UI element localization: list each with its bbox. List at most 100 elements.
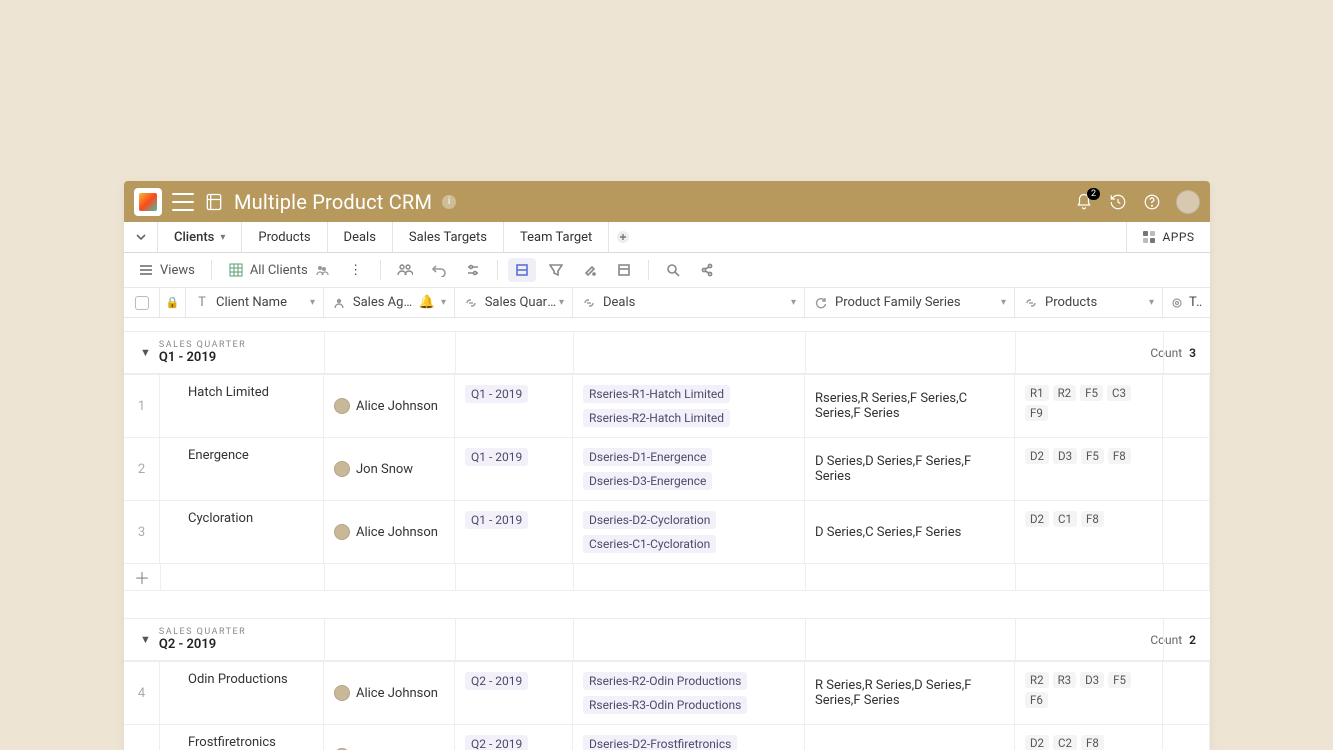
cell-product-family-series[interactable]: D Series,D Series,F Series,F Series [805, 438, 1015, 500]
cell-sales-quarter[interactable]: Q1 - 2019 [455, 375, 573, 437]
cell-total[interactable] [1163, 501, 1210, 563]
table-row[interactable]: 5 Frostfiretronics Arya Stark Q2 - 2019 … [124, 724, 1210, 750]
cell-sales-quarter[interactable]: Q1 - 2019 [455, 501, 573, 563]
collaborators-button[interactable] [391, 258, 419, 282]
cell-deals[interactable]: Dseries-D2-Frostfiretronics Cseries-C2-F… [573, 725, 805, 750]
cell-sales-agent[interactable]: Alice Johnson [324, 375, 455, 437]
table-row[interactable]: 4 Odin Productions Alice Johnson Q2 - 20… [124, 661, 1210, 724]
tab-team-target[interactable]: Team Target [504, 222, 609, 252]
row-height-icon [514, 262, 530, 278]
cell-products[interactable]: D2 D3 F5 F8 [1015, 438, 1163, 500]
info-icon[interactable]: i [442, 195, 456, 209]
table-row[interactable]: 1 Hatch Limited Alice Johnson Q1 - 2019 … [124, 374, 1210, 437]
select-all-checkbox[interactable] [124, 288, 160, 317]
cell-product-family-series[interactable]: D Series,C Series,F Series [805, 501, 1015, 563]
cell-total[interactable] [1163, 725, 1210, 750]
link-icon [463, 295, 479, 311]
add-row[interactable]: ＋ [124, 563, 1210, 591]
cell-product-family-series[interactable]: D Series,C Series,F Series [805, 725, 1015, 750]
tab-label: Sales Targets [409, 230, 487, 245]
cell-client-name[interactable]: Odin Productions [160, 662, 324, 724]
views-button[interactable]: Views [132, 258, 201, 282]
chevron-down-icon[interactable]: ▾ [310, 297, 315, 308]
table-row[interactable]: 3 Cycloration Alice Johnson Q1 - 2019 Ds… [124, 500, 1210, 563]
col-deals[interactable]: Deals ▾ [573, 288, 805, 317]
cell-products[interactable]: R2 R3 D3 F5 F6 [1015, 662, 1163, 724]
cell-sales-agent[interactable]: Arya Stark [324, 725, 455, 750]
apps-button[interactable]: APPS [1126, 222, 1210, 252]
chevron-down-icon[interactable]: ▾ [1149, 297, 1154, 308]
chevron-down-icon[interactable]: ▾ [559, 297, 564, 308]
cell-products[interactable]: D2 C1 F8 [1015, 501, 1163, 563]
history-icon[interactable] [1108, 192, 1128, 212]
tab-clients[interactable]: Clients ▾ [158, 222, 242, 252]
color-button[interactable] [576, 258, 604, 282]
chevron-down-icon[interactable]: ▾ [791, 297, 796, 308]
cell-client-name[interactable]: Frostfiretronics [160, 725, 324, 750]
cell-total[interactable] [1163, 375, 1210, 437]
undo-icon [431, 262, 447, 278]
col-total[interactable]: Tota [1163, 288, 1210, 317]
product-tag: R2 [1025, 672, 1049, 688]
workbook-icon [204, 192, 224, 212]
agent-name: Alice Johnson [356, 525, 438, 540]
col-products[interactable]: Products ▾ [1015, 288, 1163, 317]
cell-client-name[interactable]: Cycloration [160, 501, 324, 563]
group-header[interactable]: ▼ SALES QUARTER Q1 - 2019 Count 3 [124, 331, 1210, 374]
cell-sales-quarter[interactable]: Q2 - 2019 [455, 662, 573, 724]
cell-deals[interactable]: Dseries-D1-Energence Dseries-D3-Energenc… [573, 438, 805, 500]
cell-sales-agent[interactable]: Alice Johnson [324, 662, 455, 724]
product-tag: R1 [1025, 385, 1049, 401]
user-avatar[interactable] [1176, 190, 1200, 214]
cards-button[interactable] [610, 258, 638, 282]
cell-deals[interactable]: Rseries-R2-Odin Productions Rseries-R3-O… [573, 662, 805, 724]
tabs-expand-icon[interactable] [124, 222, 158, 252]
col-product-family-series[interactable]: Product Family Series ▾ [805, 288, 1015, 317]
settings-button[interactable] [459, 258, 487, 282]
share-button[interactable] [693, 258, 721, 282]
search-button[interactable] [659, 258, 687, 282]
sheet-tabs-bar: Clients ▾ Products Deals Sales Targets T… [124, 222, 1210, 253]
col-sales-agent[interactable]: Sales Agent 🔔 ▾ [324, 288, 455, 317]
cell-deals[interactable]: Rseries-R1-Hatch Limited Rseries-R2-Hatc… [573, 375, 805, 437]
cell-client-name[interactable]: Hatch Limited [160, 375, 324, 437]
add-tab-button[interactable] [609, 222, 637, 252]
cell-client-name[interactable]: Energence [160, 438, 324, 500]
cell-product-family-series[interactable]: Rseries,R Series,F Series,C Series,F Ser… [805, 375, 1015, 437]
col-client-name[interactable]: T Client Name ▾ [186, 288, 324, 317]
tab-products[interactable]: Products [242, 222, 327, 252]
notifications-icon[interactable]: 2 [1074, 192, 1094, 212]
cell-deals[interactable]: Dseries-D2-Cycloration Cseries-C1-Cyclor… [573, 501, 805, 563]
cell-sales-quarter[interactable]: Q2 - 2019 [455, 725, 573, 750]
tab-deals[interactable]: Deals [328, 222, 393, 252]
col-sales-quarter[interactable]: Sales Quart… ▾ [455, 288, 573, 317]
link-icon [1023, 295, 1039, 311]
help-icon[interactable] [1142, 192, 1162, 212]
cell-total[interactable] [1163, 438, 1210, 500]
plus-icon[interactable]: ＋ [124, 565, 160, 589]
filter-button[interactable] [542, 258, 570, 282]
tab-sales-targets[interactable]: Sales Targets [393, 222, 504, 252]
chevron-down-icon[interactable]: ▾ [441, 297, 446, 308]
brand-logo[interactable] [134, 188, 162, 216]
cell-products[interactable]: D2 C2 F8 [1015, 725, 1163, 750]
chevron-down-icon[interactable]: ▾ [1001, 297, 1006, 308]
cell-sales-agent[interactable]: Alice Johnson [324, 501, 455, 563]
cell-products[interactable]: R1 R2 F5 C3 F9 [1015, 375, 1163, 437]
column-header-row: 🔒 T Client Name ▾ Sales Agent 🔔 ▾ Sales … [124, 288, 1210, 318]
cell-product-family-series[interactable]: R Series,R Series,D Series,F Series,F Se… [805, 662, 1015, 724]
view-menu-button[interactable]: ⋮ [342, 258, 370, 282]
row-height-button[interactable] [508, 258, 536, 282]
collapse-icon[interactable]: ▼ [140, 633, 151, 646]
cell-total[interactable] [1163, 662, 1210, 724]
undo-button[interactable] [425, 258, 453, 282]
table-row[interactable]: 2 Energence Jon Snow Q1 - 2019 Dseries-D… [124, 437, 1210, 500]
target-icon [1171, 295, 1183, 311]
current-view-label: All Clients [250, 263, 308, 278]
cell-sales-quarter[interactable]: Q1 - 2019 [455, 438, 573, 500]
cell-sales-agent[interactable]: Jon Snow [324, 438, 455, 500]
collapse-icon[interactable]: ▼ [140, 346, 151, 359]
group-header[interactable]: ▼ SALES QUARTER Q2 - 2019 Count 2 [124, 618, 1210, 661]
hamburger-icon[interactable] [172, 193, 194, 211]
current-view-button[interactable]: All Clients [222, 258, 336, 282]
